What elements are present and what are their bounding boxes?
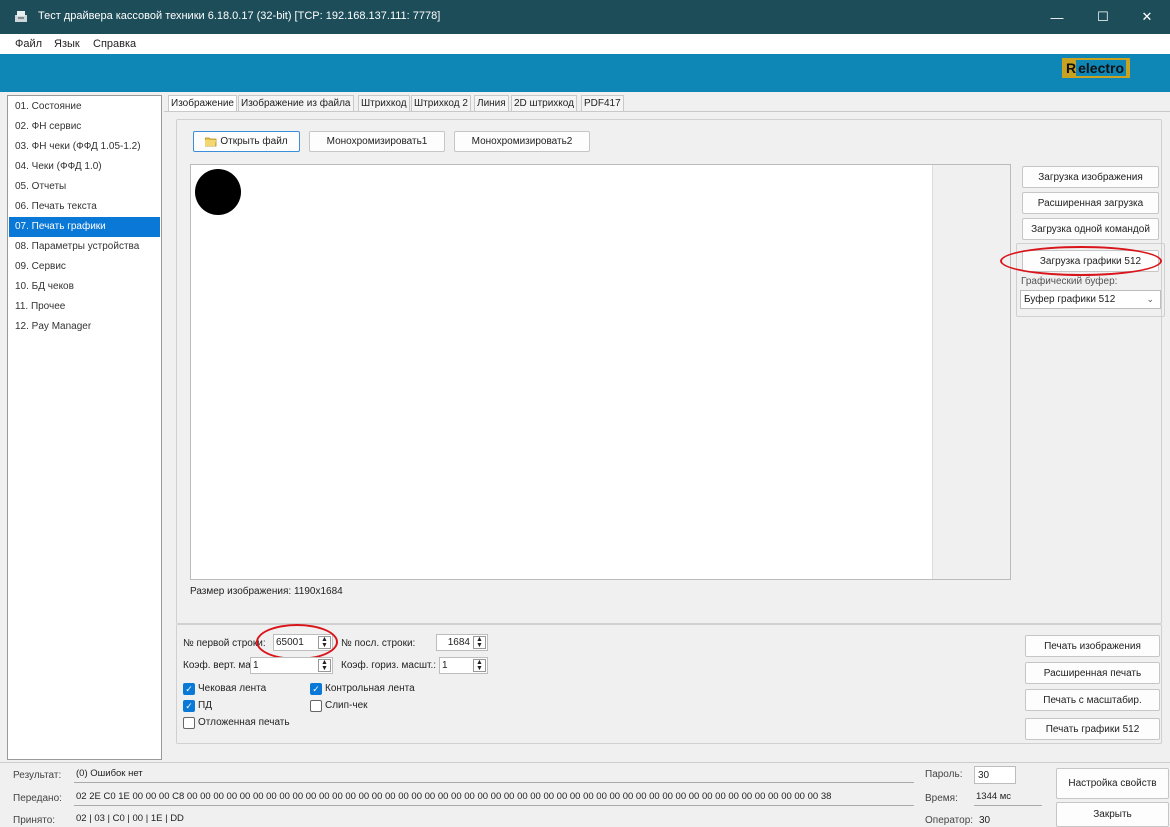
spinner-arrows-icon[interactable]: ▲ ▼ — [473, 636, 486, 649]
highlight-ellipse — [256, 624, 338, 660]
close-button[interactable]: Закрыть — [1056, 802, 1169, 827]
sidebar-item-device-params[interactable]: 08. Параметры устройства — [9, 237, 160, 257]
folder-icon — [205, 137, 217, 147]
control-tape-label: Контрольная лента — [325, 683, 415, 694]
window-title: Тест драйвера кассовой техники 6.18.0.17… — [38, 10, 441, 22]
operator-value: 30 — [979, 815, 991, 826]
receipt-tape-checkbox[interactable]: ✓ — [183, 683, 195, 695]
time-field: 1344 мс — [974, 790, 1042, 806]
sidebar-item-state[interactable]: 01. Состояние — [9, 97, 160, 117]
sent-field: 02 2E C0 1E 00 00 00 C8 00 00 00 00 00 0… — [74, 790, 914, 806]
first-line-label: № первой строки: — [183, 638, 266, 649]
tab-image-from-file[interactable]: Изображение из файла — [238, 95, 354, 112]
sidebar-item-fn-service[interactable]: 02. ФН сервис — [9, 117, 160, 137]
sent-label: Передано: — [13, 793, 62, 804]
image-preview[interactable] — [190, 164, 1011, 580]
graphics-buffer-label: Графический буфер: — [1021, 276, 1118, 287]
sidebar-item-other[interactable]: 11. Прочее — [9, 297, 160, 317]
result-label: Результат: — [13, 770, 62, 781]
graphics-buffer-select[interactable]: Буфер графики 512 ⌄ — [1020, 290, 1161, 309]
sidebar-item-receipts[interactable]: 04. Чеки (ФФД 1.0) — [9, 157, 160, 177]
control-tape-checkbox[interactable]: ✓ — [310, 683, 322, 695]
close-window-button[interactable]: ✕ — [1126, 0, 1168, 34]
tab-pdf417[interactable]: PDF417 — [581, 95, 624, 112]
result-field: (0) Ошибок нет — [74, 767, 914, 783]
sidebar-item-fn-receipts[interactable]: 03. ФН чеки (ФФД 1.05-1.2) — [9, 137, 160, 157]
app-icon — [15, 11, 27, 22]
password-label: Пароль: — [925, 769, 963, 780]
menu-help[interactable]: Справка — [93, 38, 136, 50]
last-line-label: № посл. строки: — [341, 638, 416, 649]
pd-checkbox[interactable]: ✓ — [183, 700, 195, 712]
menu-bar: Файл Язык Справка — [0, 34, 1170, 54]
spinner-arrows-icon[interactable]: ▲ ▼ — [318, 659, 331, 672]
sidebar-item-pay-manager[interactable]: 12. Pay Manager — [9, 317, 160, 337]
open-file-button[interactable]: Открыть файл — [193, 131, 300, 152]
sidebar-item-reports[interactable]: 05. Отчеты — [9, 177, 160, 197]
monochromize-1-button[interactable]: Монохромизировать1 — [309, 131, 445, 152]
sidebar-item-service[interactable]: 09. Сервис — [9, 257, 160, 277]
chevron-down-icon: ⌄ — [1146, 294, 1154, 304]
tab-image[interactable]: Изображение — [168, 95, 237, 112]
slip-checkbox[interactable] — [310, 700, 322, 712]
settings-button[interactable]: Настройка свойств — [1056, 768, 1169, 799]
received-label: Принято: — [13, 815, 56, 826]
menu-file[interactable]: Файл — [15, 38, 42, 50]
vertical-scale-spinner[interactable]: 1 ▲ ▼ — [250, 657, 333, 674]
extended-load-button[interactable]: Расширенная загрузка — [1022, 192, 1159, 214]
pd-label: ПД — [198, 700, 212, 711]
sidebar-item-print-text[interactable]: 06. Печать текста — [9, 197, 160, 217]
menu-language[interactable]: Язык — [54, 38, 80, 50]
horizontal-scale-label: Коэф. гориз. масшт.: — [341, 660, 437, 671]
tab-2d-barcode[interactable]: 2D штрихкод — [511, 95, 577, 112]
slip-label: Слип-чек — [325, 700, 368, 711]
deferred-print-label: Отложенная печать — [198, 717, 290, 728]
tab-line[interactable]: Линия — [474, 95, 509, 112]
deferred-print-checkbox[interactable] — [183, 717, 195, 729]
last-line-spinner[interactable]: 1684 ▲ ▼ — [436, 634, 488, 651]
highlight-ellipse — [1000, 246, 1162, 276]
tab-barcode-2[interactable]: Штрихкод 2 — [411, 95, 471, 112]
preview-circle-image — [195, 169, 241, 215]
spinner-arrows-icon[interactable]: ▲ ▼ — [473, 659, 486, 672]
preview-side-margin — [932, 165, 1010, 579]
tab-barcode[interactable]: Штрихкод — [358, 95, 410, 112]
print-image-button[interactable]: Печать изображения — [1025, 635, 1160, 657]
image-size-label: Размер изображения: 1190x1684 — [190, 586, 343, 597]
receipt-tape-label: Чековая лента — [198, 683, 267, 694]
scaled-print-button[interactable]: Печать с масштабир. — [1025, 689, 1160, 711]
sidebar-item-receipt-db[interactable]: 10. БД чеков — [9, 277, 160, 297]
sidebar-item-print-graphics[interactable]: 07. Печать графики — [9, 217, 160, 237]
title-bar: Тест драйвера кассовой техники 6.18.0.17… — [0, 0, 1170, 34]
time-label: Время: — [925, 793, 958, 804]
operator-label: Оператор: — [925, 815, 974, 826]
horizontal-scale-spinner[interactable]: 1 ▲ ▼ — [439, 657, 488, 674]
brand-bar — [0, 54, 1170, 92]
received-field: 02 | 03 | C0 | 00 | 1E | DD — [74, 812, 914, 827]
sidebar: 01. Состояние 02. ФН сервис 03. ФН чеки … — [7, 95, 162, 760]
print-graphics-512-button[interactable]: Печать графики 512 — [1025, 718, 1160, 740]
monochromize-2-button[interactable]: Монохромизировать2 — [454, 131, 590, 152]
password-field[interactable]: 30 — [974, 766, 1016, 784]
extended-print-button[interactable]: Расширенная печать — [1025, 662, 1160, 684]
minimize-button[interactable]: — — [1036, 0, 1078, 34]
load-one-command-button[interactable]: Загрузка одной командой — [1022, 218, 1159, 240]
maximize-button[interactable]: ☐ — [1082, 0, 1124, 34]
relectro-logo: Relectro — [1062, 58, 1131, 78]
load-image-button[interactable]: Загрузка изображения — [1022, 166, 1159, 188]
